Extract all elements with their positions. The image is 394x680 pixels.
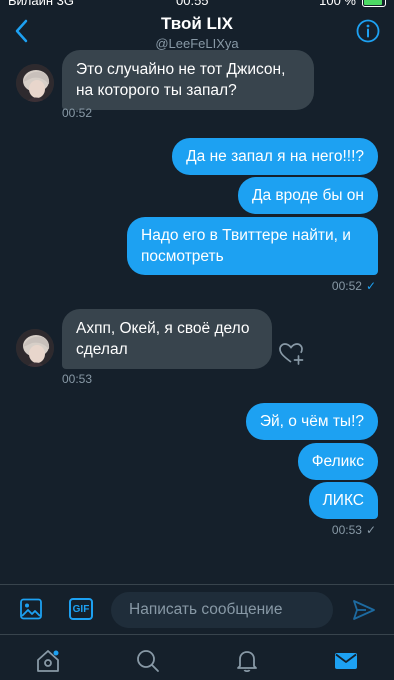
search-icon	[137, 650, 159, 672]
message-time: 00:53	[62, 372, 93, 386]
avatar[interactable]	[16, 64, 54, 102]
message-outgoing[interactable]: Феликс	[297, 443, 378, 480]
info-button[interactable]	[356, 19, 380, 43]
message-composer: GIF	[0, 584, 394, 634]
bell-icon	[237, 651, 257, 673]
sent-check-icon: ✓	[365, 279, 376, 293]
message-input-wrapper	[111, 592, 333, 628]
add-gif-button[interactable]: GIF	[68, 596, 94, 622]
sent-check-icon: ✓	[365, 523, 376, 537]
tab-messages[interactable]	[333, 648, 359, 674]
message-outgoing[interactable]: Да не запал я на него!!!?	[172, 138, 378, 175]
info-icon	[356, 19, 380, 43]
message-outgoing[interactable]: Эй, о чём ты!?	[245, 403, 378, 440]
message-input[interactable]	[111, 592, 333, 628]
image-icon	[20, 598, 42, 620]
message-time: 00:52 ✓	[332, 279, 376, 293]
mail-icon	[335, 653, 357, 669]
message-time-label: 00:52	[331, 279, 362, 293]
bottom-tab-bar	[0, 640, 394, 680]
add-image-button[interactable]	[18, 596, 44, 622]
clock-label: 00:55	[176, 0, 209, 8]
message-time: 00:52	[62, 106, 93, 120]
tab-notifications[interactable]	[234, 648, 260, 674]
like-button[interactable]	[279, 342, 305, 366]
gif-icon: GIF	[69, 598, 93, 620]
message-time: 00:53 ✓	[332, 523, 376, 537]
message-outgoing[interactable]: ЛИКС	[308, 482, 378, 519]
home-icon	[37, 650, 59, 672]
tab-home[interactable]	[35, 648, 61, 674]
tab-search[interactable]	[135, 648, 161, 674]
status-bar: Билайн 3G 00:55 100 %	[0, 0, 394, 10]
avatar[interactable]	[16, 329, 54, 367]
battery-icon	[362, 0, 386, 7]
battery-label: 100 %	[319, 0, 356, 8]
message-outgoing[interactable]: Да вроде бы он	[237, 177, 378, 214]
message-incoming[interactable]: Ахпп, Окей, я своё дело сделал	[62, 309, 272, 369]
carrier-label: Билайн 3G	[8, 0, 75, 8]
send-icon	[353, 600, 375, 620]
conversation-title: Твой LIX	[161, 14, 233, 33]
heart-plus-icon	[279, 343, 304, 365]
avatar-image	[16, 329, 54, 367]
conversation-header: Твой LIX @LeeFeLIXya	[0, 10, 394, 54]
message-time-label: 00:53	[331, 523, 362, 537]
message-incoming[interactable]: Это случайно не тот Джисон, на которого …	[62, 50, 314, 110]
tabbar-divider	[0, 634, 394, 635]
send-button[interactable]	[351, 597, 377, 623]
avatar-image	[16, 64, 54, 102]
conversation-handle: @LeeFeLIXya	[155, 36, 239, 51]
message-outgoing[interactable]: Надо его в Твиттере найти, и посмотреть	[127, 217, 378, 275]
